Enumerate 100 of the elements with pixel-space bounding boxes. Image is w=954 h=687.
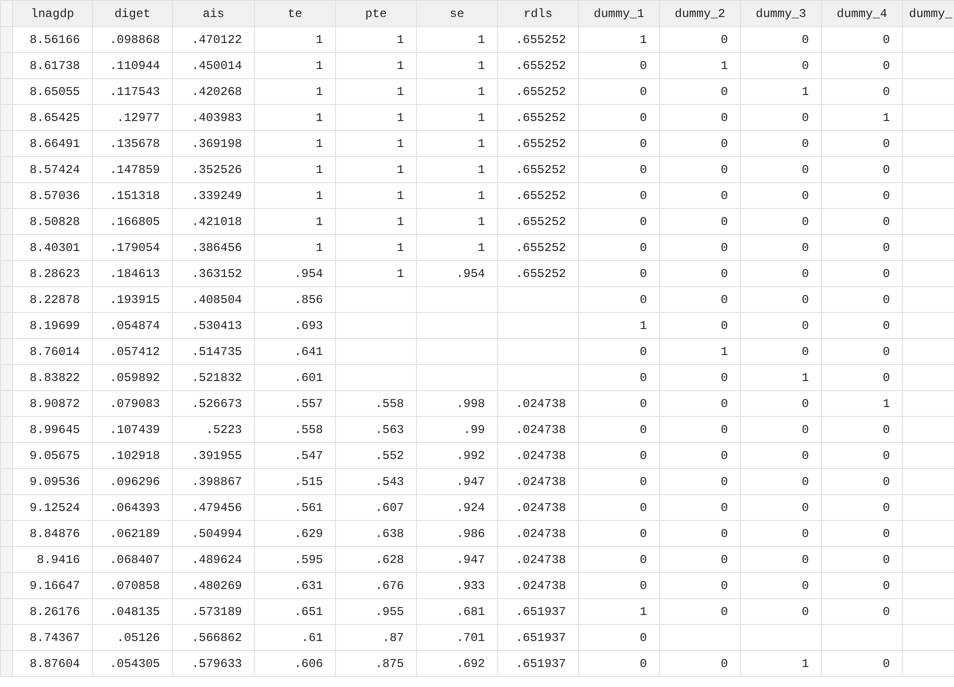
- table-cell: 0: [822, 416, 902, 442]
- table-cell: 0: [578, 234, 660, 260]
- table-cell: 8.76014: [12, 338, 92, 364]
- table-cell: 0: [740, 104, 822, 130]
- table-cell: 8.56166: [12, 26, 92, 52]
- table-cell: .557: [254, 390, 336, 416]
- table-cell: 0: [740, 468, 822, 494]
- table-cell: .024738: [498, 390, 578, 416]
- table-cell: .655252: [498, 78, 578, 104]
- table-cell: 9.12524: [12, 494, 92, 520]
- table-cell: .651937: [498, 624, 578, 650]
- table-cell: .579633: [172, 650, 254, 676]
- column-header[interactable]: ais: [172, 0, 254, 26]
- table-cell: .147859: [92, 156, 172, 182]
- table-cell: 8.61738: [12, 52, 92, 78]
- table-cell: 0: [578, 78, 660, 104]
- table-cell: 0: [822, 260, 902, 286]
- table-cell: 1: [254, 182, 336, 208]
- column-header[interactable]: dummy_: [902, 0, 954, 26]
- table-cell: 0: [660, 260, 740, 286]
- table-cell: 8.57036: [12, 182, 92, 208]
- table-cell: 0: [578, 208, 660, 234]
- table-cell: 0: [660, 572, 740, 598]
- table-cell: 0: [660, 442, 740, 468]
- table-cell: 1: [416, 78, 498, 104]
- table-cell: .024738: [498, 442, 578, 468]
- table-cell: 0: [822, 312, 902, 338]
- table-cell: 1: [254, 208, 336, 234]
- table-cell: 0: [578, 520, 660, 546]
- table-cell: 0: [578, 468, 660, 494]
- table-cell: 0: [822, 364, 902, 390]
- table-cell: 1: [740, 364, 822, 390]
- table-cell: .521832: [172, 364, 254, 390]
- table-cell: .954: [254, 260, 336, 286]
- column-header[interactable]: lnagdp: [12, 0, 92, 26]
- table-cell: 0: [578, 156, 660, 182]
- table-cell: 0: [660, 650, 740, 676]
- table-cell: 0: [660, 312, 740, 338]
- table-cell: .102918: [92, 442, 172, 468]
- table-cell: 0: [822, 494, 902, 520]
- column-header[interactable]: dummy_1: [578, 0, 660, 26]
- table-cell: 1: [416, 104, 498, 130]
- table-cell: 1: [416, 234, 498, 260]
- table-cell: .05126: [92, 624, 172, 650]
- column-header[interactable]: diget: [92, 0, 172, 26]
- table-cell: 0: [660, 390, 740, 416]
- table-cell: 1: [254, 78, 336, 104]
- table-cell: 0: [660, 156, 740, 182]
- table-cell: 9.05675: [12, 442, 92, 468]
- table-cell: 0: [740, 208, 822, 234]
- table-cell: .179054: [92, 234, 172, 260]
- table-cell: 0: [578, 182, 660, 208]
- table-cell: 8.87604: [12, 650, 92, 676]
- table-cell: .117543: [92, 78, 172, 104]
- column-header[interactable]: rdls: [498, 0, 578, 26]
- table-cell: 0: [660, 286, 740, 312]
- table-cell: 8.65055: [12, 78, 92, 104]
- table-cell: .655252: [498, 130, 578, 156]
- table-cell: 0: [822, 546, 902, 572]
- table-cell: .398867: [172, 468, 254, 494]
- table-cell: 1: [336, 26, 416, 52]
- table-cell: 0: [578, 390, 660, 416]
- table-cell: 1: [578, 312, 660, 338]
- column-header[interactable]: te: [254, 0, 336, 26]
- table-cell: .489624: [172, 546, 254, 572]
- table-cell: .363152: [172, 260, 254, 286]
- table-cell: .057412: [92, 338, 172, 364]
- table-cell: .048135: [92, 598, 172, 624]
- table-cell: .450014: [172, 52, 254, 78]
- table-cell: 1: [416, 182, 498, 208]
- table-cell: .098868: [92, 26, 172, 52]
- table-cell: 0: [740, 234, 822, 260]
- table-cell: 1: [254, 156, 336, 182]
- table-cell: .986: [416, 520, 498, 546]
- table-cell: 0: [822, 286, 902, 312]
- table-cell: .651937: [498, 650, 578, 676]
- column-header[interactable]: dummy_2: [660, 0, 740, 26]
- table-cell: 0: [660, 182, 740, 208]
- table-cell: .421018: [172, 208, 254, 234]
- table-cell: 0: [740, 520, 822, 546]
- column-header[interactable]: pte: [336, 0, 416, 26]
- table-cell: .924: [416, 494, 498, 520]
- table-cell: 0: [578, 494, 660, 520]
- column-header[interactable]: se: [416, 0, 498, 26]
- table-cell: .701: [416, 624, 498, 650]
- table-cell: 1: [254, 52, 336, 78]
- table-cell: 1: [336, 52, 416, 78]
- table-cell: .693: [254, 312, 336, 338]
- column-header[interactable]: dummy_4: [822, 0, 902, 26]
- table-cell: 1: [416, 26, 498, 52]
- table-cell: 1: [336, 156, 416, 182]
- table-cell: .079083: [92, 390, 172, 416]
- table-cell: 9.09536: [12, 468, 92, 494]
- table-cell: .530413: [172, 312, 254, 338]
- table-cell: 0: [822, 182, 902, 208]
- table-cell: 0: [740, 260, 822, 286]
- column-header[interactable]: dummy_3: [740, 0, 822, 26]
- table-cell: 0: [660, 208, 740, 234]
- table-cell: 0: [822, 598, 902, 624]
- table-cell: 8.26176: [12, 598, 92, 624]
